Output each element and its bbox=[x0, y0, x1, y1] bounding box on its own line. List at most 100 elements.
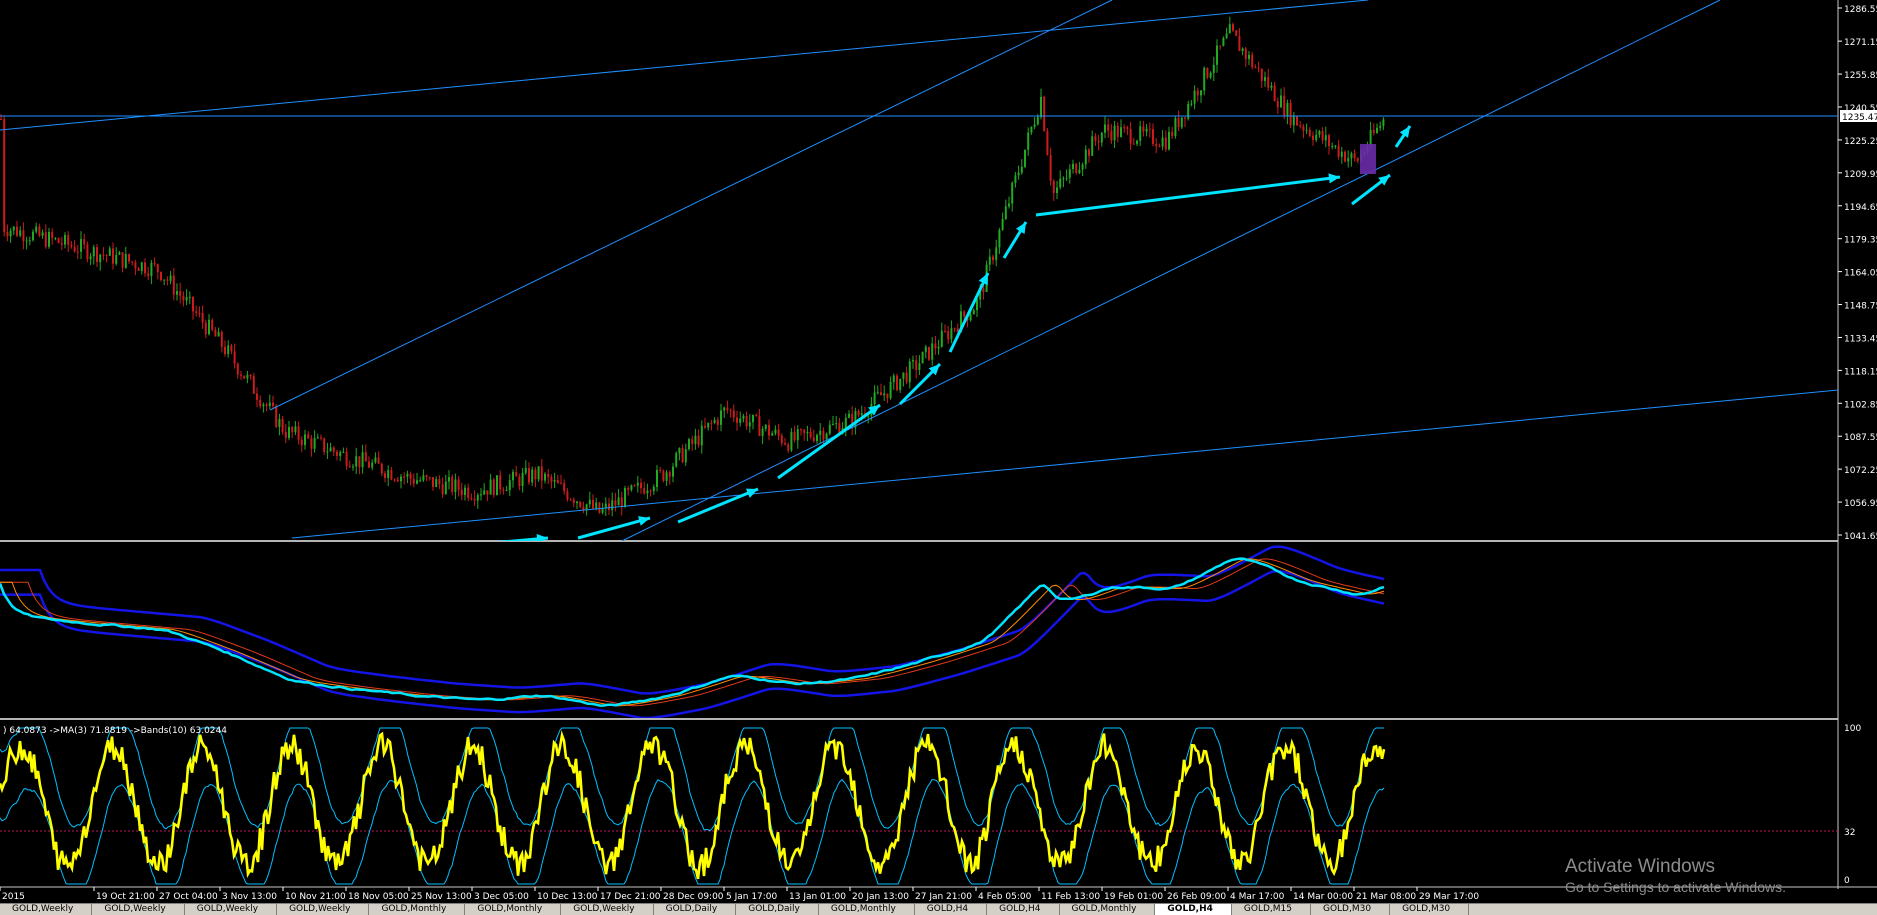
candle-body bbox=[96, 247, 98, 263]
candle-body bbox=[16, 226, 18, 236]
oscillator-header: ) 64.0873 ->MA(3) 71.8819 ->Bands(10) 63… bbox=[3, 726, 227, 736]
bands-indicator-pane[interactable] bbox=[0, 545, 1385, 718]
chart-tab[interactable]: GOLD,Weekly bbox=[0, 904, 93, 915]
candle-body bbox=[572, 499, 575, 504]
candle-body bbox=[873, 392, 876, 405]
candle-body bbox=[694, 435, 697, 444]
candle-body bbox=[672, 466, 674, 477]
candle-body bbox=[1164, 137, 1167, 150]
candle-body bbox=[240, 374, 242, 376]
candle-body bbox=[761, 428, 764, 436]
candle-body bbox=[617, 497, 620, 506]
candle-body bbox=[128, 254, 130, 262]
candle-body bbox=[1219, 45, 1222, 47]
candle-body bbox=[1305, 129, 1308, 131]
candle-body bbox=[265, 404, 268, 406]
candle-body bbox=[470, 497, 473, 499]
candle-body bbox=[1273, 85, 1276, 102]
candle-body bbox=[1251, 54, 1254, 67]
candle-body bbox=[537, 466, 540, 480]
chart-tab[interactable]: GOLD,Monthly bbox=[465, 904, 562, 915]
candle-body bbox=[1158, 146, 1161, 148]
candle-body bbox=[1289, 102, 1292, 126]
candle-body bbox=[1043, 96, 1046, 131]
oscillator-scale: 100 32 0 bbox=[1844, 724, 1861, 886]
price-scale[interactable]: 1286.551271.151255.851240.551225.251209.… bbox=[1838, 5, 1877, 542]
candle-body bbox=[544, 473, 546, 481]
candle-body bbox=[723, 407, 726, 411]
candle-body bbox=[310, 438, 313, 449]
candle-body bbox=[553, 479, 556, 482]
price-pane[interactable] bbox=[0, 0, 1838, 547]
candle-body bbox=[905, 372, 908, 383]
trend-arrow[interactable] bbox=[948, 272, 990, 353]
time-axis-label: 10 Nov 21:00 bbox=[285, 892, 346, 902]
candle-body bbox=[1315, 134, 1318, 141]
candle-body bbox=[988, 256, 991, 265]
candle-body bbox=[1068, 169, 1071, 178]
candle-body bbox=[291, 426, 294, 433]
candle-body bbox=[563, 483, 566, 492]
candle-body bbox=[950, 328, 953, 340]
chart-tab[interactable]: GOLD,Monthly bbox=[369, 904, 466, 915]
chart-tab[interactable]: GOLD,M15 bbox=[1232, 904, 1311, 915]
highlight-box[interactable] bbox=[1360, 144, 1376, 174]
chart-tab[interactable]: GOLD,Monthly bbox=[819, 904, 915, 915]
price-scale-label: 1255.85 bbox=[1844, 71, 1877, 81]
candle-body bbox=[1302, 126, 1305, 131]
trendlines[interactable] bbox=[0, 0, 1838, 541]
candle-body bbox=[934, 343, 937, 349]
trend-arrow[interactable] bbox=[577, 516, 651, 540]
candle-body bbox=[489, 479, 492, 495]
chart-window[interactable]: ) 64.0873 ->MA(3) 71.8819 ->Bands(10) 63… bbox=[0, 0, 1877, 914]
chart-tab[interactable]: GOLD,Monthly bbox=[1060, 904, 1156, 915]
candle-body bbox=[1222, 37, 1225, 46]
chart-tab-bar[interactable]: GOLD,Weekly GOLD,Weekly GOLD,Weekly GOLD,We… bbox=[0, 903, 1877, 915]
candle-body bbox=[1120, 127, 1122, 137]
chart-tab[interactable]: GOLD,Weekly bbox=[277, 904, 370, 915]
candle-body bbox=[1244, 48, 1247, 59]
candle-body bbox=[1238, 35, 1241, 52]
candle-body bbox=[204, 322, 207, 335]
candle-body bbox=[684, 449, 687, 463]
trend-arrow[interactable] bbox=[446, 536, 549, 547]
candle-body bbox=[256, 393, 258, 400]
chart-tab[interactable]: GOLD,M30 bbox=[1311, 904, 1391, 915]
candle-body bbox=[777, 429, 780, 436]
candle-body bbox=[374, 457, 377, 463]
chart-tab[interactable]: GOLD,Weekly bbox=[561, 904, 654, 915]
candle-body bbox=[742, 415, 745, 419]
candle-body bbox=[48, 231, 50, 247]
candle-body bbox=[86, 244, 89, 260]
candle-body bbox=[918, 363, 921, 370]
candle-body bbox=[1232, 24, 1234, 31]
oscillator-pane[interactable] bbox=[0, 727, 1838, 885]
chart-tab[interactable]: GOLD,M30 bbox=[1390, 904, 1470, 915]
chart-tab[interactable]: GOLD,Weekly bbox=[185, 904, 278, 915]
candle-body bbox=[355, 456, 358, 467]
candle-body bbox=[755, 414, 758, 416]
chart-tab[interactable]: GOLD,H4 bbox=[987, 904, 1060, 915]
time-axis-label: 3 Nov 13:00 bbox=[222, 892, 277, 902]
price-scale-label: 1148.75 bbox=[1844, 302, 1877, 312]
time-axis-label: 18 Nov 05:00 bbox=[348, 892, 409, 902]
candle-body bbox=[1235, 30, 1238, 36]
chart-tab[interactable]: GOLD,H4 bbox=[915, 904, 988, 915]
candle-body bbox=[944, 330, 946, 332]
chart-tab[interactable]: GOLD,Daily bbox=[736, 904, 819, 915]
current-price-tag: 1235.47 bbox=[1840, 110, 1877, 123]
candle-body bbox=[348, 465, 351, 468]
chart-tab[interactable]: GOLD,H4 bbox=[1155, 904, 1232, 915]
candle-body bbox=[220, 331, 223, 347]
chart-tab[interactable]: GOLD,Weekly bbox=[92, 904, 185, 915]
channel-top-line bbox=[0, 0, 1369, 131]
candle-body bbox=[771, 433, 774, 436]
candle-body bbox=[35, 226, 38, 232]
candle-body bbox=[1196, 90, 1199, 96]
trend-arrows[interactable] bbox=[446, 125, 1412, 547]
trend-arrow[interactable] bbox=[777, 403, 881, 480]
activate-windows-watermark: Activate Windows Go to Settings to activ… bbox=[1565, 856, 1786, 895]
candle-body bbox=[262, 404, 265, 407]
chart-tab[interactable]: GOLD,Daily bbox=[654, 904, 737, 915]
candle-body bbox=[448, 477, 450, 482]
